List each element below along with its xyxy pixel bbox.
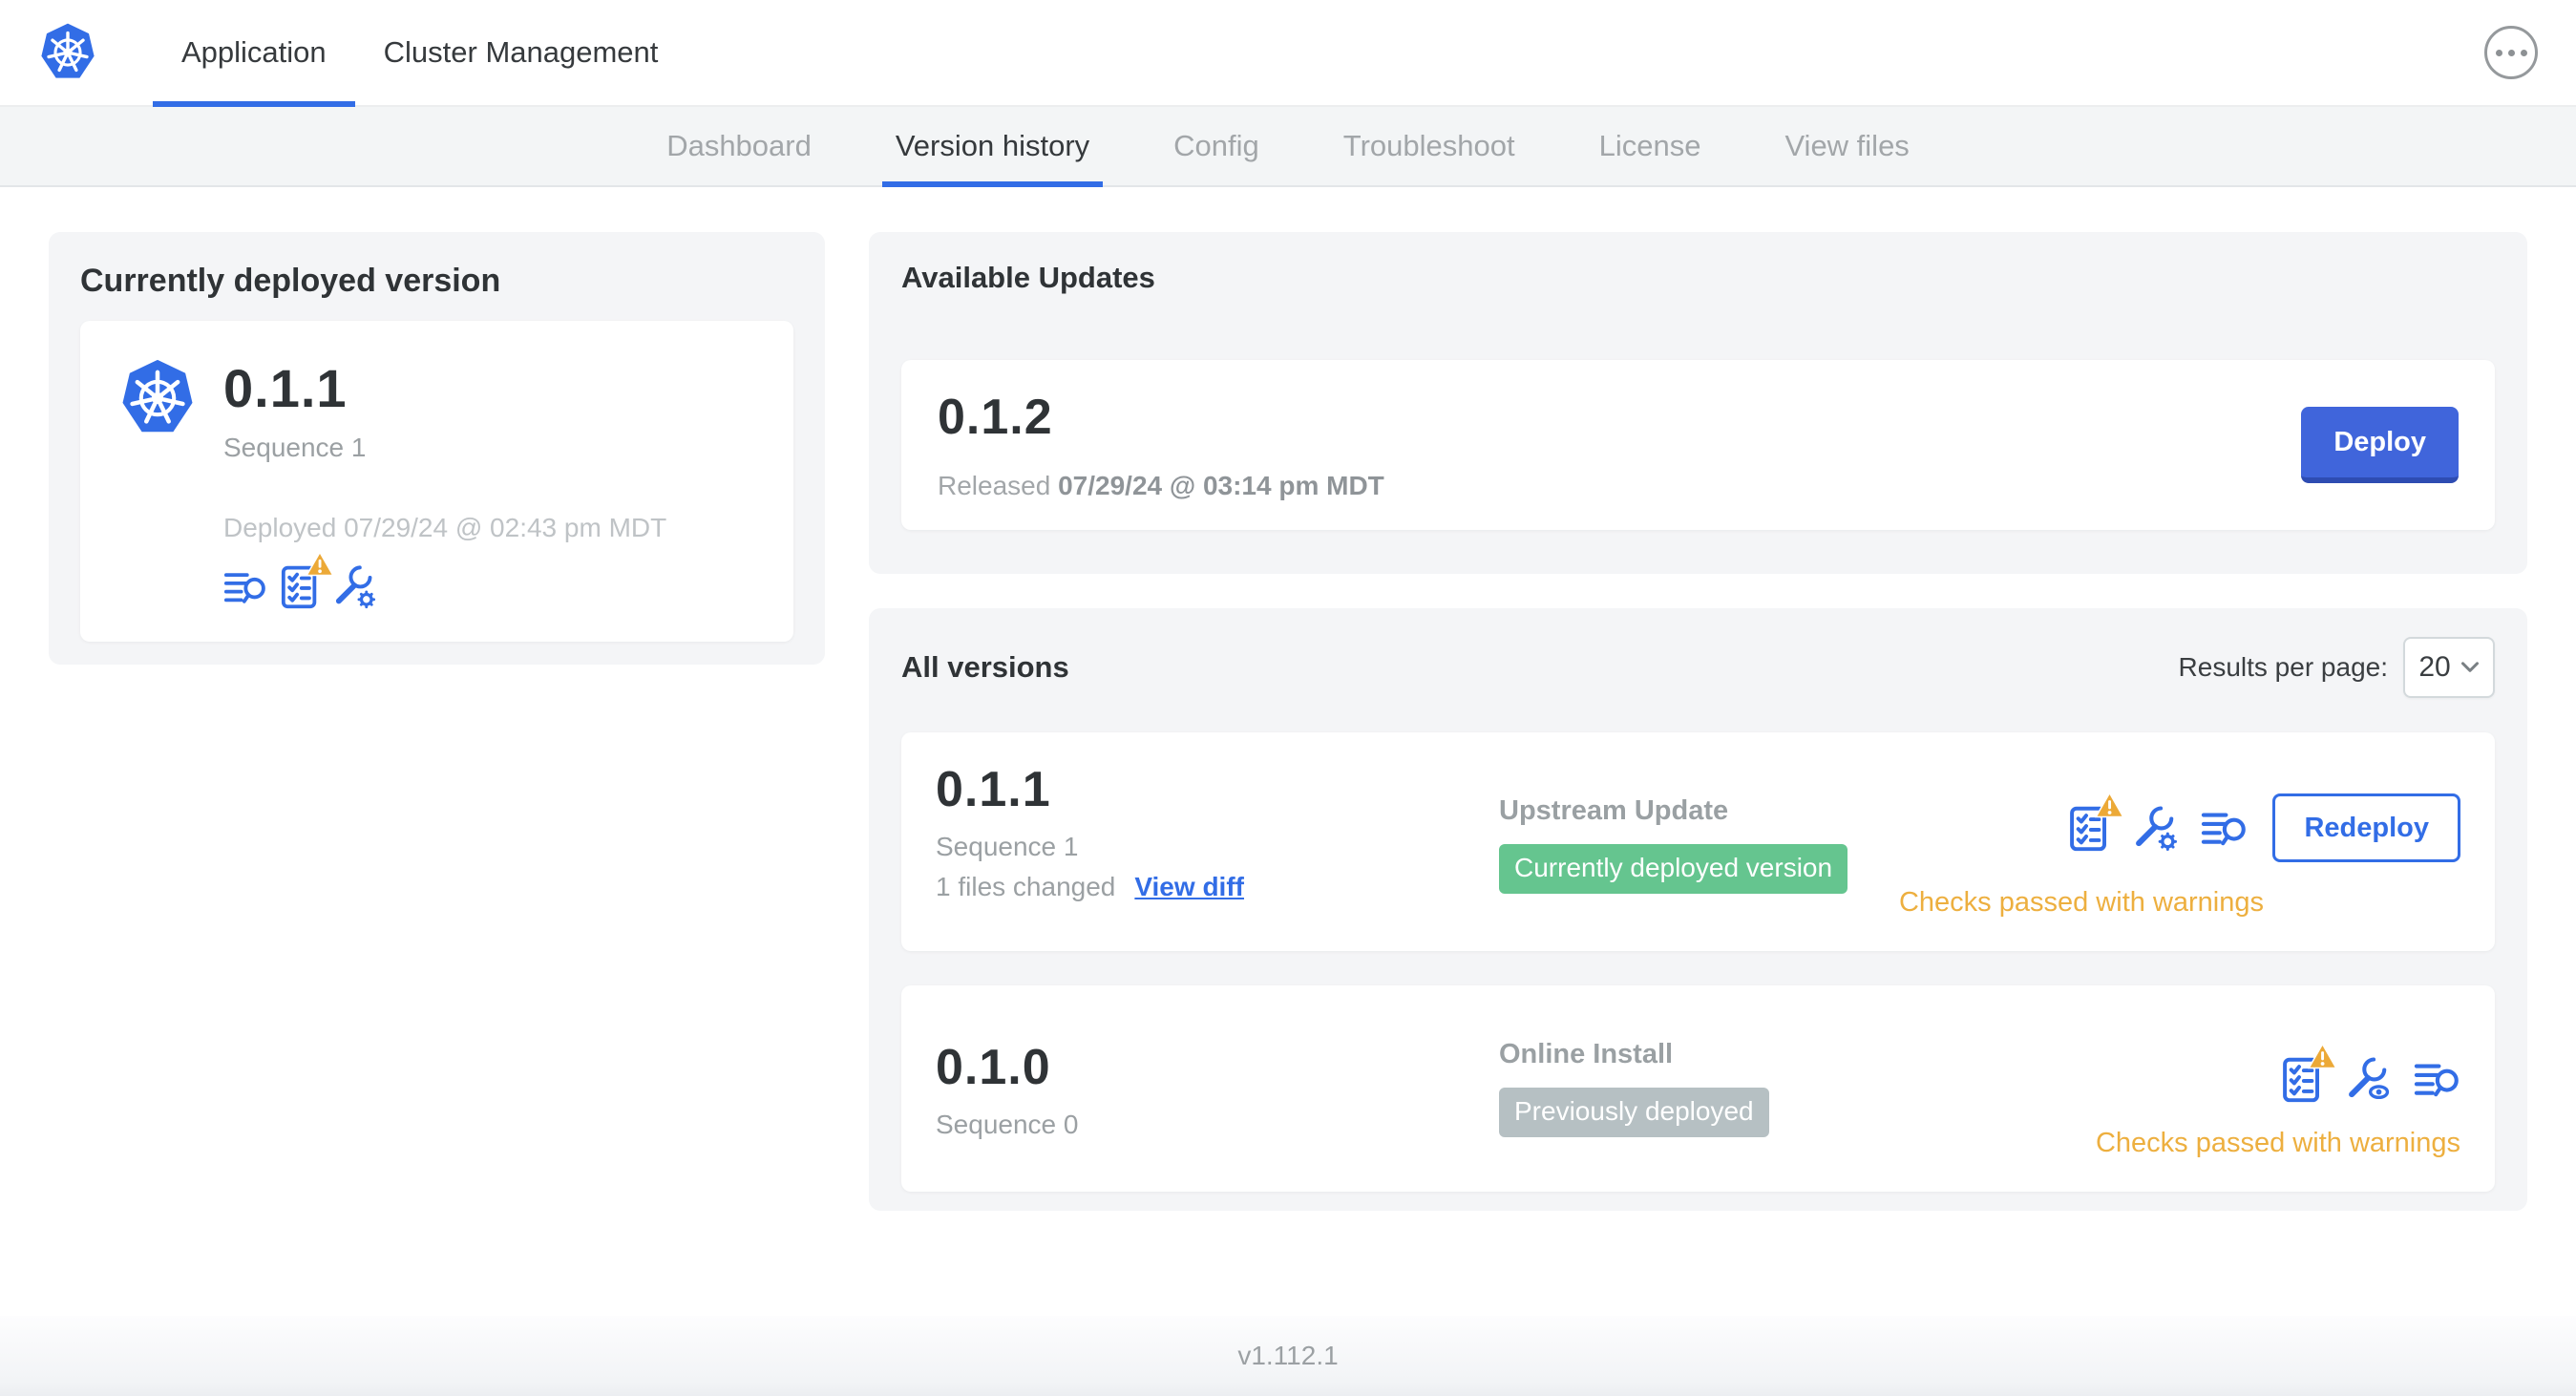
update-row: 0.1.2 Released 07/29/24 @ 03:14 pm MDT D… — [901, 360, 2495, 530]
preflight-status-link[interactable]: Checks passed with warnings — [2096, 1128, 2460, 1159]
results-per-page-label: Results per page: — [2178, 652, 2388, 682]
main-content: Currently deployed version 0.1.1 Sequenc… — [0, 187, 2576, 1211]
version-row: 0.1.1 Sequence 1 1 files changed View di… — [901, 732, 2495, 951]
view-diff-link[interactable]: View diff — [1134, 872, 1244, 902]
version-diff-icon[interactable] — [2414, 1060, 2460, 1103]
preflight-checks-warning-icon[interactable] — [2069, 805, 2109, 852]
ellipsis-icon — [2520, 49, 2527, 56]
edit-config-icon[interactable] — [2132, 806, 2178, 852]
version-row: 0.1.0 Sequence 0 Online Install Previous… — [901, 985, 2495, 1192]
version-source: Upstream Update — [1499, 795, 1729, 826]
warning-triangle-icon — [2095, 792, 2124, 818]
primary-nav: Application Cluster Management — [153, 0, 687, 107]
tab-license[interactable]: License — [1584, 107, 1717, 185]
redeploy-button[interactable]: Redeploy — [2272, 793, 2460, 862]
preflight-checks-warning-icon[interactable] — [2282, 1056, 2322, 1103]
status-badge: Previously deployed — [1499, 1088, 1769, 1137]
deployed-version-number: 0.1.1 — [223, 358, 348, 418]
version-source: Online Install — [1499, 1039, 1674, 1069]
deploy-button[interactable]: Deploy — [2301, 407, 2459, 483]
deployed-timestamp: Deployed 07/29/24 @ 02:43 pm MDT — [223, 513, 667, 542]
released-date: 07/29/24 @ 03:14 pm MDT — [1058, 471, 1384, 500]
tab-config[interactable]: Config — [1158, 107, 1275, 185]
kubernetes-logo-icon — [38, 0, 97, 105]
ellipsis-icon — [2507, 49, 2515, 56]
warning-triangle-icon — [306, 551, 334, 577]
all-versions-title: All versions — [901, 650, 1069, 684]
preflight-checks-warning-icon[interactable] — [281, 564, 319, 609]
more-options-button[interactable] — [2484, 26, 2538, 79]
currently-deployed-card: Currently deployed version 0.1.1 Sequenc… — [49, 232, 825, 665]
ellipsis-icon — [2495, 49, 2502, 56]
update-version-number: 0.1.2 — [938, 390, 1053, 445]
row-version-number: 0.1.0 — [936, 1040, 1051, 1095]
version-diff-icon[interactable] — [223, 569, 267, 609]
results-per-page-select[interactable]: 20 — [2403, 637, 2495, 698]
kubernetes-app-icon — [118, 359, 197, 437]
tab-troubleshoot[interactable]: Troubleshoot — [1328, 107, 1531, 185]
page: Application Cluster Management Dashboard… — [0, 0, 2576, 1396]
all-versions-card: All versions Results per page: 20 0.1.1 … — [869, 608, 2527, 1211]
released-label: Released — [938, 471, 1051, 500]
tab-view-files[interactable]: View files — [1769, 107, 1924, 185]
tab-version-history[interactable]: Version history — [880, 107, 1105, 187]
top-bar: Application Cluster Management — [0, 0, 2576, 107]
console-version: v1.112.1 — [1237, 1341, 1339, 1370]
tab-application[interactable]: Application — [153, 0, 355, 107]
row-sequence: Sequence 0 — [936, 1110, 1079, 1139]
chevron-down-icon — [2460, 661, 2480, 674]
update-released-line: Released 07/29/24 @ 03:14 pm MDT — [938, 471, 1384, 501]
results-per-page-value: 20 — [2418, 651, 2451, 683]
app-subnav: Dashboard Version history Config Trouble… — [0, 107, 2576, 187]
tab-cluster-management[interactable]: Cluster Management — [355, 0, 687, 105]
edit-config-icon[interactable] — [332, 565, 376, 609]
files-changed-label: 1 files changed — [936, 872, 1116, 901]
currently-deployed-title: Currently deployed version — [80, 263, 501, 299]
footer: v1.112.1 — [0, 1316, 2576, 1396]
row-sequence: Sequence 1 — [936, 832, 1079, 861]
warning-triangle-icon — [2308, 1043, 2337, 1069]
tab-dashboard[interactable]: Dashboard — [651, 107, 827, 185]
deployed-version-panel: 0.1.1 Sequence 1 Deployed 07/29/24 @ 02:… — [80, 321, 793, 642]
row-version-number: 0.1.1 — [936, 762, 1051, 817]
status-badge: Currently deployed version — [1499, 844, 1848, 894]
preflight-status-link[interactable]: Checks passed with warnings — [1899, 887, 2264, 919]
deployed-sequence: Sequence 1 — [223, 433, 367, 462]
available-updates-title: Available Updates — [901, 261, 1155, 294]
view-config-icon[interactable] — [2345, 1057, 2391, 1103]
version-diff-icon[interactable] — [2201, 809, 2248, 852]
available-updates-card: Available Updates 0.1.2 Released 07/29/2… — [869, 232, 2527, 574]
